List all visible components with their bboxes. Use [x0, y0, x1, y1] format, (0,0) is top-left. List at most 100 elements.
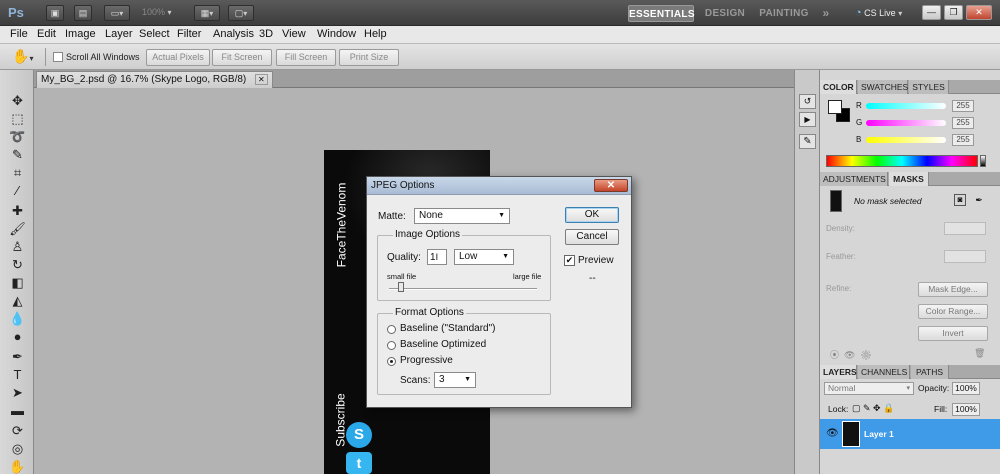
type-tool-icon[interactable]: T	[9, 366, 26, 383]
delete-mask-icon[interactable]: 🗑	[974, 348, 985, 359]
tab-styles[interactable]: STYLES	[909, 80, 949, 94]
preview-label[interactable]: Preview	[578, 255, 614, 266]
quick-selection-tool-icon[interactable]: ✎	[9, 146, 26, 163]
scroll-all-windows-checkbox[interactable]	[53, 52, 63, 62]
eyedropper-tool-icon[interactable]: ⁄	[9, 182, 26, 199]
grayscale-ramp[interactable]	[980, 155, 986, 167]
crop-tool-icon[interactable]: ⌗	[9, 164, 26, 181]
quality-slider-track[interactable]	[389, 288, 537, 290]
3d-rotate-tool-icon[interactable]: ⟳	[9, 422, 26, 439]
more-workspaces-icon[interactable]: »	[818, 5, 834, 22]
workspace-design[interactable]: DESIGN	[702, 5, 748, 22]
layer-name[interactable]: Layer 1	[864, 429, 894, 439]
mini-bridge-button[interactable]: ▤	[74, 5, 92, 21]
menu-edit[interactable]: Edit	[37, 28, 56, 40]
fill-field[interactable]: 100%	[952, 403, 980, 416]
workspace-painting[interactable]: PAINTING	[756, 5, 812, 22]
gradient-tool-icon[interactable]: ◭	[9, 292, 26, 309]
baseline-standard-radio[interactable]	[387, 325, 396, 334]
ok-button[interactable]: OK	[565, 207, 619, 223]
menu-help[interactable]: Help	[364, 28, 387, 40]
layer-row[interactable]: 👁 Layer 1	[820, 419, 1000, 449]
visibility-eye-icon[interactable]: 👁	[826, 428, 839, 439]
view-extras-button[interactable]: ▭▾	[104, 5, 130, 21]
workspace-essentials[interactable]: ESSENTIALS	[628, 5, 694, 22]
quality-preset-dropdown[interactable]: Low ▼	[454, 249, 514, 265]
opacity-field[interactable]: 100%	[952, 382, 980, 395]
blue-channel-slider[interactable]	[866, 137, 946, 143]
red-channel-value[interactable]: 255	[952, 100, 974, 112]
eraser-tool-icon[interactable]: ◧	[9, 274, 26, 291]
menu-file[interactable]: File	[10, 28, 28, 40]
brush-panel-icon[interactable]: ✎	[799, 134, 816, 149]
color-range-button[interactable]: Color Range...	[918, 304, 988, 319]
path-selection-tool-icon[interactable]: ➤	[9, 384, 26, 401]
menu-image[interactable]: Image	[65, 28, 96, 40]
arrange-documents-button[interactable]: ▦▾	[194, 5, 220, 21]
progressive-label[interactable]: Progressive	[400, 355, 453, 366]
menu-3d[interactable]: 3D	[259, 28, 273, 40]
blur-tool-icon[interactable]: 💧	[9, 310, 26, 327]
print-size-button[interactable]: Print Size	[339, 49, 399, 66]
blue-channel-value[interactable]: 255	[952, 134, 974, 146]
blend-mode-dropdown[interactable]: Normal ▾	[824, 382, 914, 395]
quality-slider-thumb[interactable]	[397, 282, 404, 292]
fit-screen-button[interactable]: Fit Screen	[212, 49, 272, 66]
marquee-tool-icon[interactable]: ⬚	[9, 110, 26, 127]
green-channel-value[interactable]: 255	[952, 117, 974, 129]
scans-dropdown[interactable]: 3 ▼	[434, 372, 476, 388]
brush-tool-icon[interactable]: 🖌	[9, 220, 26, 237]
hand-tool-icon[interactable]: ✋	[9, 458, 26, 474]
tab-masks[interactable]: MASKS	[889, 172, 929, 186]
cs-live-button[interactable]: ◔ CS Live ▾	[855, 7, 915, 21]
dialog-title-bar[interactable]: JPEG Options ✕	[367, 177, 631, 195]
green-channel-slider[interactable]	[866, 120, 946, 126]
tab-paths[interactable]: PATHS	[911, 365, 949, 379]
tab-swatches[interactable]: SWATCHES	[858, 80, 908, 94]
history-brush-tool-icon[interactable]: ↻	[9, 256, 26, 273]
tab-layers[interactable]: LAYERS	[820, 365, 857, 379]
actions-panel-icon[interactable]: ▶	[799, 112, 816, 127]
baseline-standard-label[interactable]: Baseline ("Standard")	[400, 323, 495, 334]
mask-edge-button[interactable]: Mask Edge...	[918, 282, 988, 297]
tab-adjustments[interactable]: ADJUSTMENTS	[820, 172, 888, 186]
screen-mode-button[interactable]: ▢▾	[228, 5, 254, 21]
matte-dropdown[interactable]: None ▼	[414, 208, 510, 224]
healing-brush-tool-icon[interactable]: ✚	[9, 202, 26, 219]
menu-select[interactable]: Select	[139, 28, 170, 40]
bridge-button[interactable]: ▣	[46, 5, 64, 21]
tab-channels[interactable]: CHANNELS	[858, 365, 910, 379]
fill-screen-button[interactable]: Fill Screen	[276, 49, 336, 66]
minimize-button[interactable]: —	[922, 5, 941, 20]
lock-icons[interactable]: ▢ ✎ ✥ 🔒	[852, 403, 894, 414]
progressive-radio[interactable]	[387, 357, 396, 366]
close-tab-icon[interactable]: ✕	[255, 74, 268, 85]
menu-window[interactable]: Window	[317, 28, 356, 40]
baseline-optimized-radio[interactable]	[387, 341, 396, 350]
feather-field[interactable]	[944, 250, 986, 263]
zoom-level-dropdown[interactable]: 100% ▾	[142, 7, 182, 20]
move-tool-icon[interactable]: ✥	[9, 92, 26, 109]
dialog-close-button[interactable]: ✕	[594, 179, 628, 192]
history-panel-icon[interactable]: ↺	[799, 94, 816, 109]
shape-tool-icon[interactable]: ▬	[9, 402, 26, 419]
lasso-tool-icon[interactable]: ➰	[9, 128, 26, 145]
menu-analysis[interactable]: Analysis	[213, 28, 254, 40]
restore-button[interactable]: ❐	[944, 5, 963, 20]
document-tab[interactable]: My_BG_2.psd @ 16.7% (Skype Logo, RGB/8) …	[36, 71, 273, 88]
color-spectrum-ramp[interactable]	[826, 155, 978, 167]
3d-orbit-tool-icon[interactable]: ◎	[9, 440, 26, 457]
clone-stamp-tool-icon[interactable]: ♙	[9, 238, 26, 255]
preview-checkbox[interactable]: ✔	[564, 255, 575, 266]
quality-input[interactable]: 1I	[427, 249, 447, 265]
vector-mask-icon[interactable]: ✒	[972, 194, 986, 206]
cancel-button[interactable]: Cancel	[565, 229, 619, 245]
menu-filter[interactable]: Filter	[177, 28, 201, 40]
pen-tool-icon[interactable]: ✒	[9, 348, 26, 365]
invert-button[interactable]: Invert	[918, 326, 988, 341]
red-channel-slider[interactable]	[866, 103, 946, 109]
tab-color[interactable]: COLOR	[820, 80, 857, 94]
foreground-color-swatch[interactable]	[828, 100, 842, 114]
pixel-mask-icon[interactable]: ◙	[954, 194, 966, 206]
menu-layer[interactable]: Layer	[105, 28, 133, 40]
